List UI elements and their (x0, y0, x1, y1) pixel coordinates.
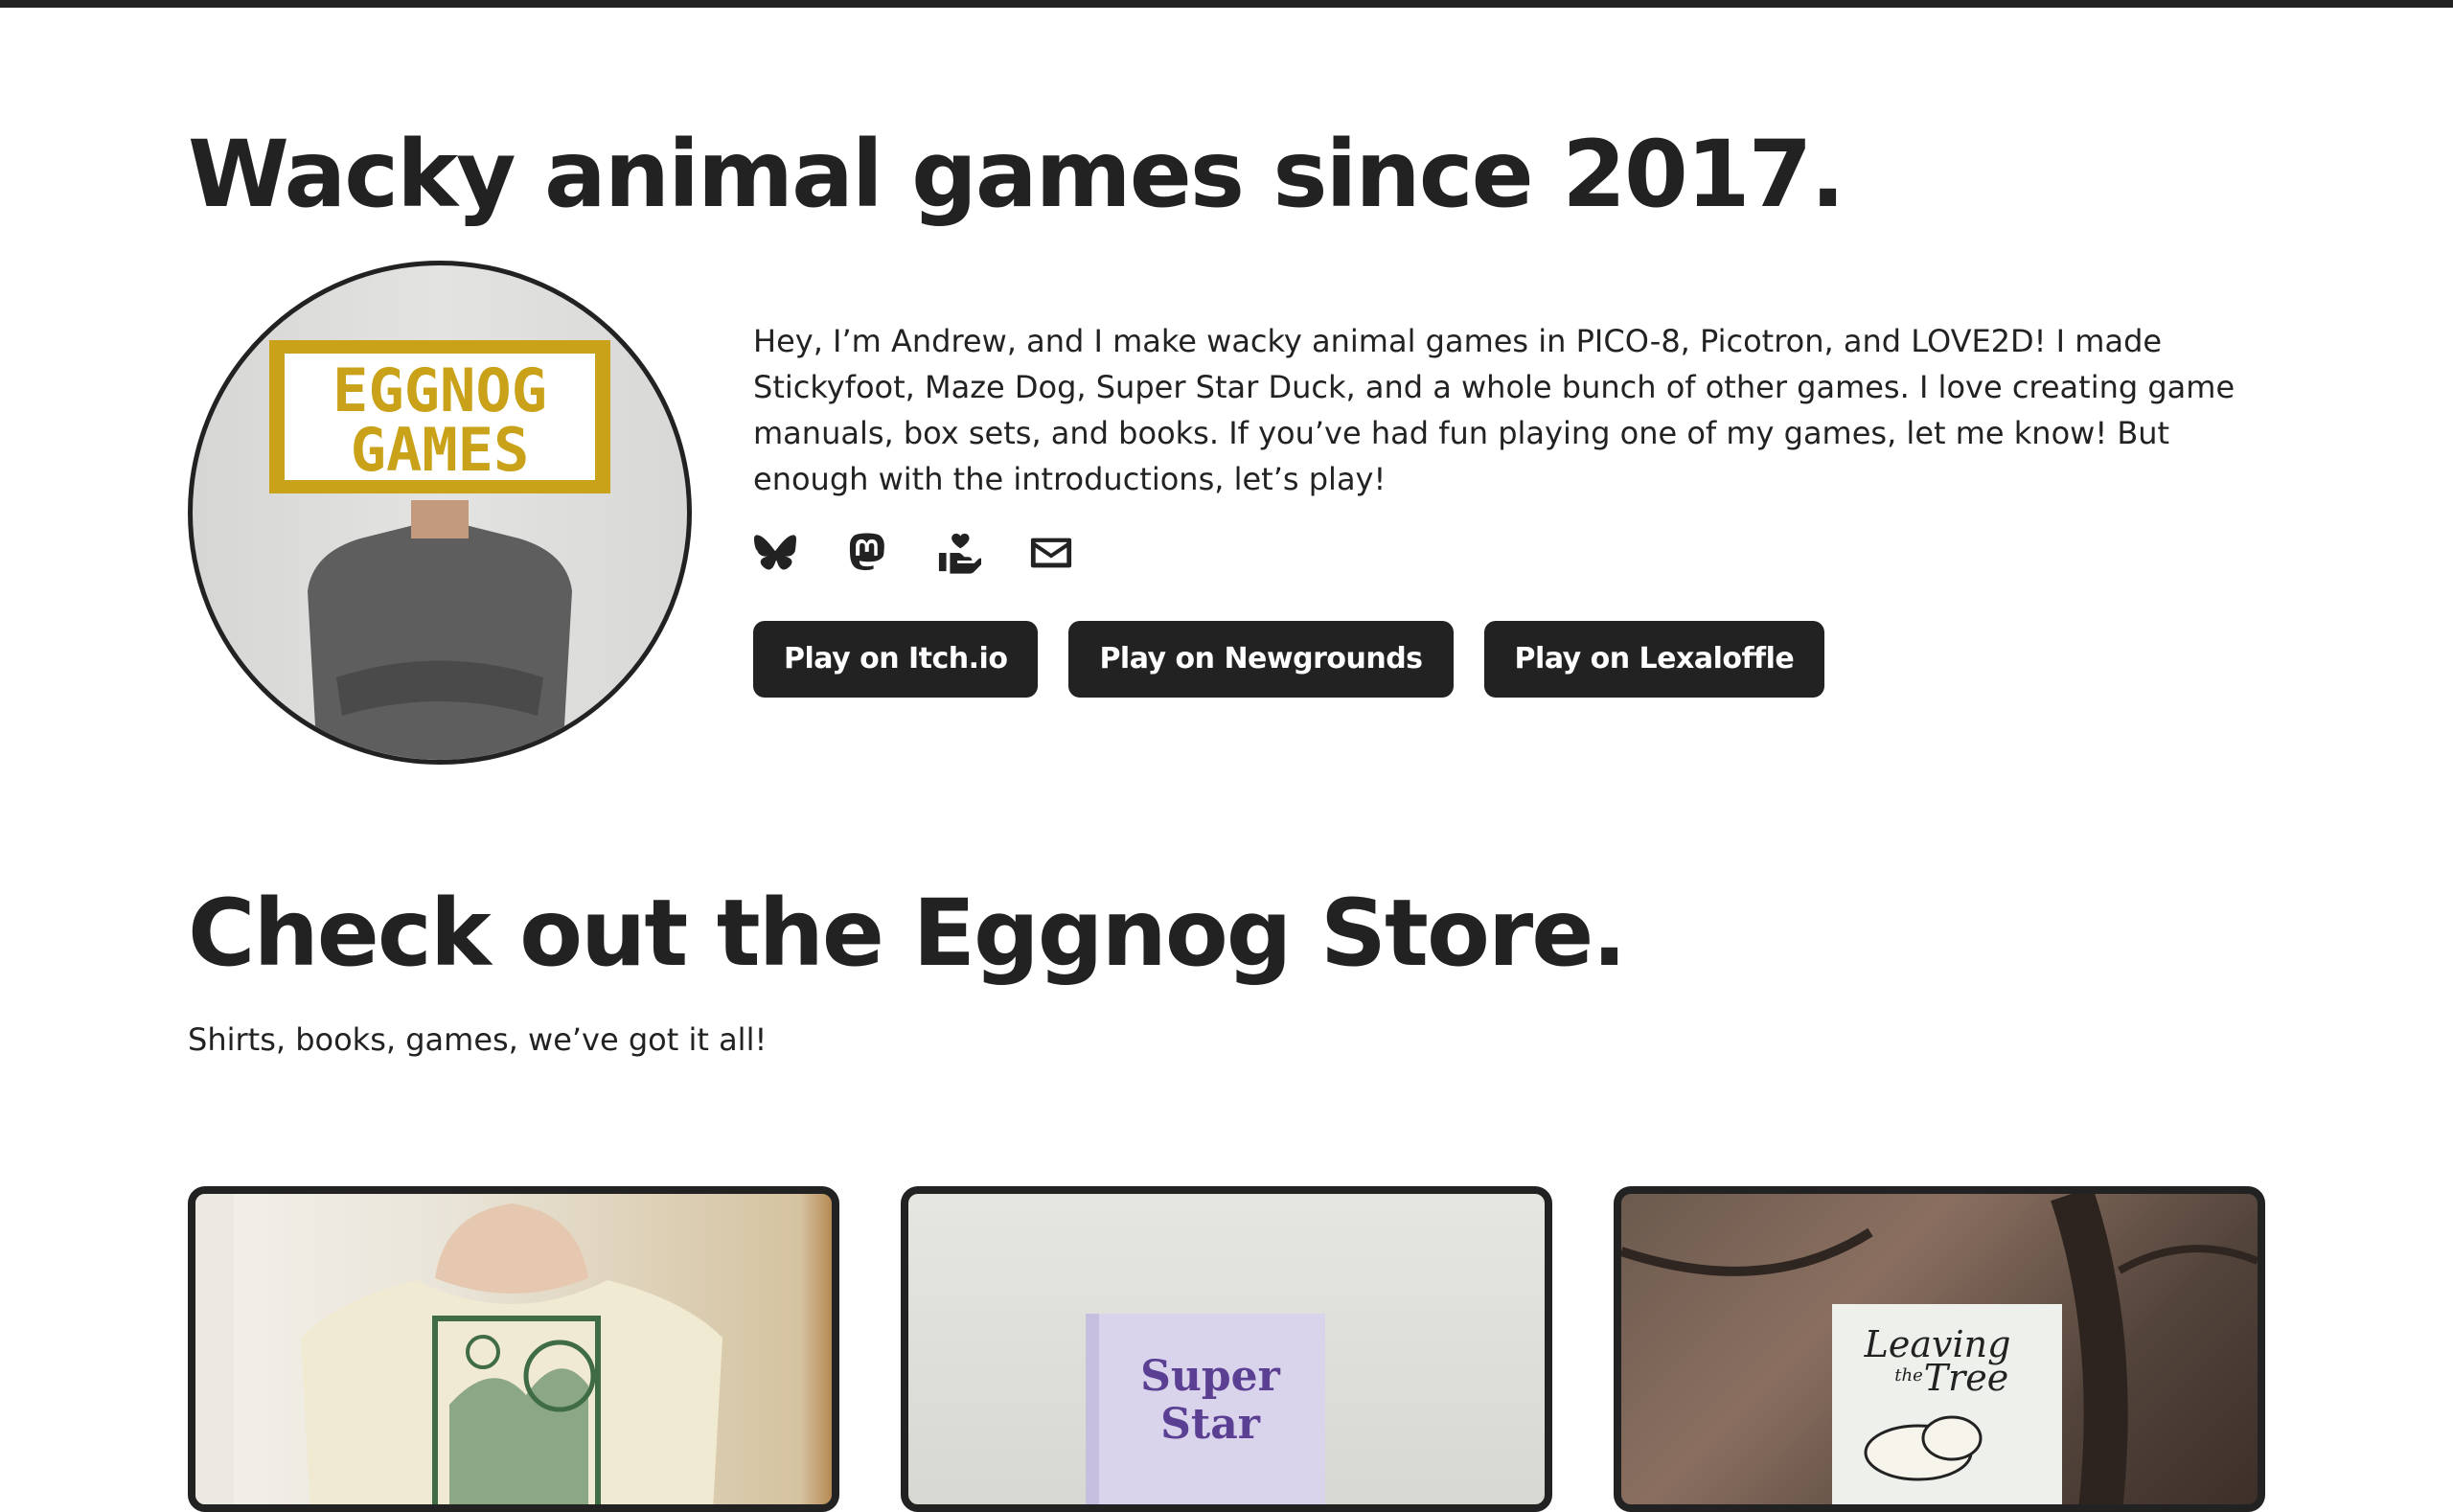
social-links (753, 527, 2267, 579)
store-subtitle: Shirts, books, games, we’ve got it all! (188, 1021, 768, 1058)
donate-icon[interactable] (937, 531, 981, 575)
play-buttons: Play on Itch.io Play on Newgrounds Play … (753, 621, 2267, 698)
store-card-book-leaving-tree[interactable]: Leaving the Tree (1614, 1186, 2265, 1512)
book-super-star-image: Super Star (1086, 1314, 1325, 1504)
hero-title: Wacky animal games since 2017. (188, 121, 1845, 228)
book2-line2: the (1894, 1365, 1922, 1386)
top-bar (0, 0, 2453, 8)
book2-line3: Tree (1924, 1357, 2009, 1399)
intro-text: Hey, I’m Andrew, and I make wacky animal… (753, 323, 2235, 497)
avatar: EGGNOG GAMES (188, 261, 692, 765)
play-itch-button[interactable]: Play on Itch.io (753, 621, 1039, 698)
play-newgrounds-button[interactable]: Play on Newgrounds (1068, 621, 1454, 698)
book-leaving-tree-image: Leaving the Tree (1621, 1194, 2258, 1504)
mastodon-icon[interactable] (845, 531, 889, 575)
play-lexaloffle-button[interactable]: Play on Lexaloffle (1483, 621, 1825, 698)
store-card-shirt[interactable] (188, 1186, 839, 1512)
book1-line2: Star (1160, 1400, 1261, 1449)
avatar-sign-line2: GAMES (351, 415, 530, 485)
store-cards: Super Star Leaving the Tree (188, 1186, 2265, 1512)
email-icon[interactable] (1029, 531, 1073, 575)
store-card-book-super-star[interactable]: Super Star (901, 1186, 1552, 1512)
book1-line1: Super (1140, 1352, 1281, 1401)
shirt-image (195, 1194, 722, 1504)
store-title: Check out the Eggnog Store. (188, 880, 1627, 987)
avatar-illustration: EGGNOG GAMES (269, 340, 610, 760)
butterfly-icon[interactable] (753, 531, 797, 575)
intro-section: Hey, I’m Andrew, and I make wacky animal… (753, 318, 2267, 698)
